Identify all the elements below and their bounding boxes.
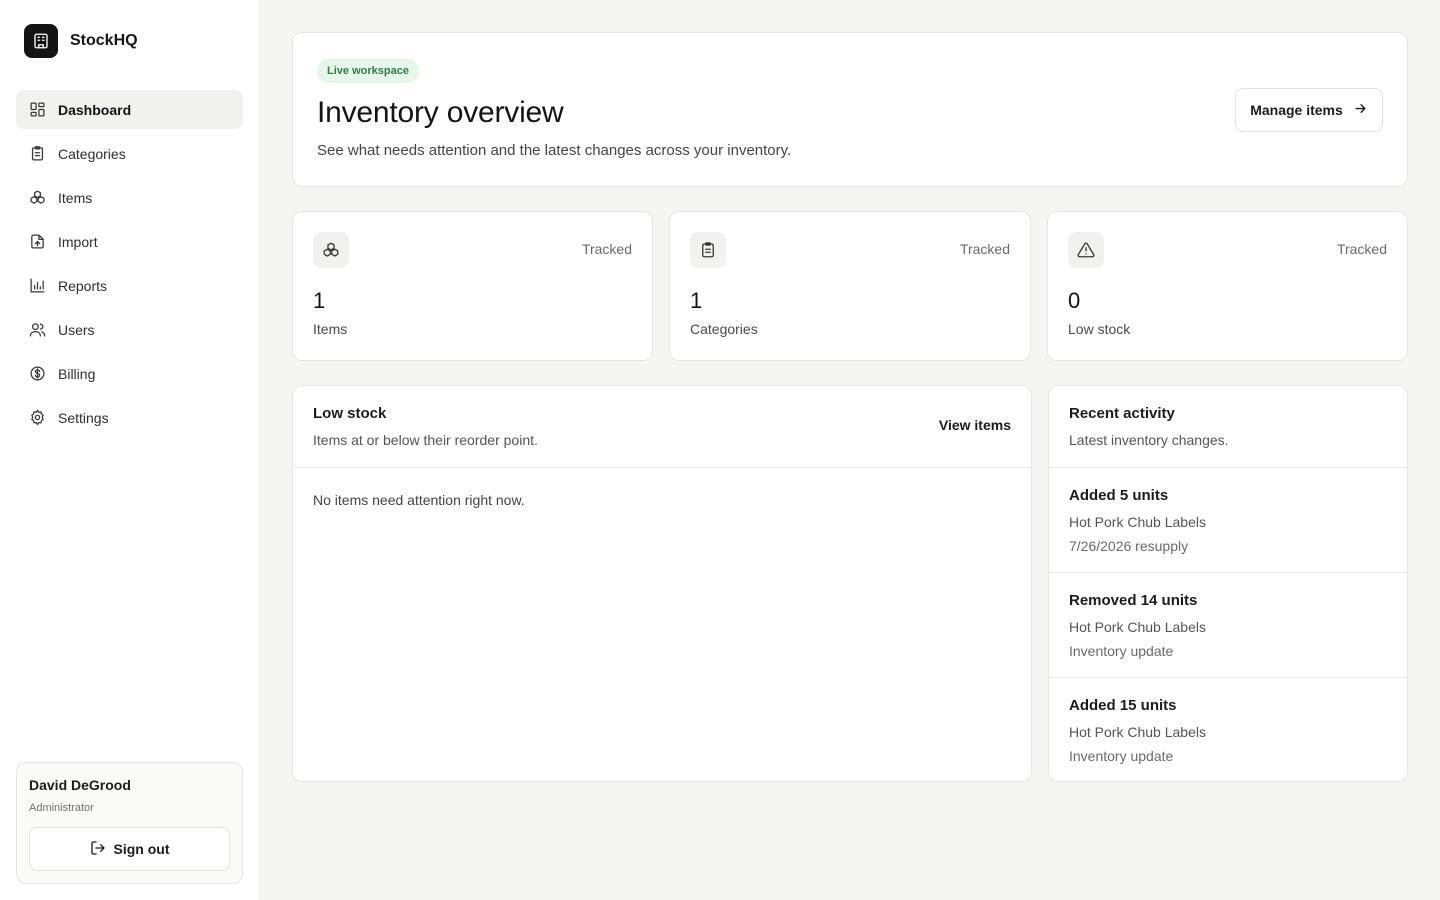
- sidebar-item-label: Dashboard: [58, 101, 132, 118]
- stat-label: Low stock: [1068, 321, 1131, 337]
- user-card: David DeGrood Administrator Sign out: [16, 762, 243, 884]
- boxes-icon: [28, 189, 46, 207]
- sidebar: StockHQ Dashboard Categories Items Impor…: [0, 0, 258, 900]
- activity-title: Added 5 units: [1069, 487, 1169, 504]
- stat-card-low-stock: Tracked 0 Low stock: [1047, 211, 1408, 361]
- sidebar-item-import[interactable]: Import: [16, 222, 243, 261]
- sidebar-item-reports[interactable]: Reports: [16, 266, 243, 305]
- stat-label: Items: [313, 321, 348, 337]
- clipboard-icon: [28, 145, 46, 163]
- sign-out-label: Sign out: [113, 841, 170, 857]
- panel-title: Recent activity: [1069, 405, 1175, 422]
- empty-state: No items need attention right now.: [313, 492, 525, 508]
- activity-title: Removed 14 units: [1069, 592, 1198, 609]
- stat-card-items: Tracked 1 Items: [292, 211, 653, 361]
- stat-label: Categories: [690, 321, 758, 337]
- panel-subtitle: Latest inventory changes.: [1069, 432, 1229, 448]
- user-name: David DeGrood: [29, 777, 131, 793]
- panel-header: Low stock Items at or below their reorde…: [293, 386, 1031, 468]
- activity-item-name: Hot Pork Chub Labels: [1069, 724, 1206, 740]
- stat-tag: Tracked: [959, 241, 1010, 257]
- stat-tag: Tracked: [581, 241, 632, 257]
- low-stock-panel: Low stock Items at or below their reorde…: [292, 385, 1032, 782]
- stat-value: 1: [690, 288, 703, 313]
- activity-item: Added 15 units Hot Pork Chub Labels Inve…: [1049, 678, 1407, 783]
- sidebar-nav: Dashboard Categories Items Import Report…: [16, 90, 243, 442]
- clipboard-icon: [690, 232, 726, 268]
- activity-item-name: Hot Pork Chub Labels: [1069, 619, 1206, 635]
- log-out-icon: [90, 840, 106, 859]
- sign-out-button[interactable]: Sign out: [29, 827, 230, 871]
- page-title: Inventory overview: [317, 96, 564, 129]
- brand[interactable]: StockHQ: [24, 24, 138, 58]
- sidebar-item-label: Import: [58, 233, 98, 250]
- activity-item: Removed 14 units Hot Pork Chub Labels In…: [1049, 573, 1407, 678]
- activity-title: Added 15 units: [1069, 697, 1177, 714]
- panel-subtitle: Items at or below their reorder point.: [313, 432, 538, 448]
- recent-activity-panel: Recent activity Latest inventory changes…: [1048, 385, 1408, 782]
- page-subtitle: See what needs attention and the latest …: [317, 142, 792, 159]
- sidebar-item-users[interactable]: Users: [16, 310, 243, 349]
- users-icon: [28, 321, 46, 339]
- sidebar-item-label: Categories: [58, 145, 126, 162]
- activity-note: Inventory update: [1069, 748, 1174, 764]
- sidebar-item-label: Users: [58, 321, 95, 338]
- gear-icon: [28, 409, 46, 427]
- sidebar-item-label: Reports: [58, 277, 108, 294]
- arrow-right-icon: [1353, 101, 1368, 119]
- sidebar-item-billing[interactable]: Billing: [16, 354, 243, 393]
- dollar-circle-icon: [28, 365, 46, 383]
- boxes-icon: [313, 232, 349, 268]
- status-badge: Live workspace: [317, 59, 419, 83]
- sidebar-item-settings[interactable]: Settings: [16, 398, 243, 437]
- sidebar-item-label: Settings: [58, 409, 109, 426]
- building-icon: [24, 24, 58, 58]
- user-role: Administrator: [29, 802, 94, 814]
- file-import-icon: [28, 233, 46, 251]
- manage-items-label: Manage items: [1250, 102, 1343, 118]
- overview-header: Live workspace Inventory overview See wh…: [292, 32, 1408, 187]
- bar-chart-icon: [28, 277, 46, 295]
- brand-name: StockHQ: [70, 32, 138, 49]
- activity-note: Inventory update: [1069, 643, 1174, 659]
- activity-note: 7/26/2026 resupply: [1069, 538, 1189, 554]
- view-items-link[interactable]: View items: [939, 417, 1011, 433]
- manage-items-button[interactable]: Manage items: [1235, 88, 1383, 132]
- stat-tag: Tracked: [1336, 241, 1387, 257]
- sidebar-item-label: Billing: [58, 365, 96, 382]
- sidebar-item-categories[interactable]: Categories: [16, 134, 243, 173]
- alert-triangle-icon: [1068, 232, 1104, 268]
- sidebar-item-dashboard[interactable]: Dashboard: [16, 90, 243, 129]
- stat-card-categories: Tracked 1 Categories: [669, 211, 1031, 361]
- panel-title: Low stock: [313, 405, 387, 422]
- sidebar-item-items[interactable]: Items: [16, 178, 243, 217]
- activity-item: Added 5 units Hot Pork Chub Labels 7/26/…: [1049, 468, 1407, 573]
- dashboard-icon: [28, 101, 46, 119]
- stat-value: 0: [1068, 288, 1081, 313]
- sidebar-item-label: Items: [58, 189, 93, 206]
- panel-header: Recent activity Latest inventory changes…: [1049, 386, 1407, 468]
- activity-item-name: Hot Pork Chub Labels: [1069, 514, 1206, 530]
- stat-value: 1: [313, 288, 326, 313]
